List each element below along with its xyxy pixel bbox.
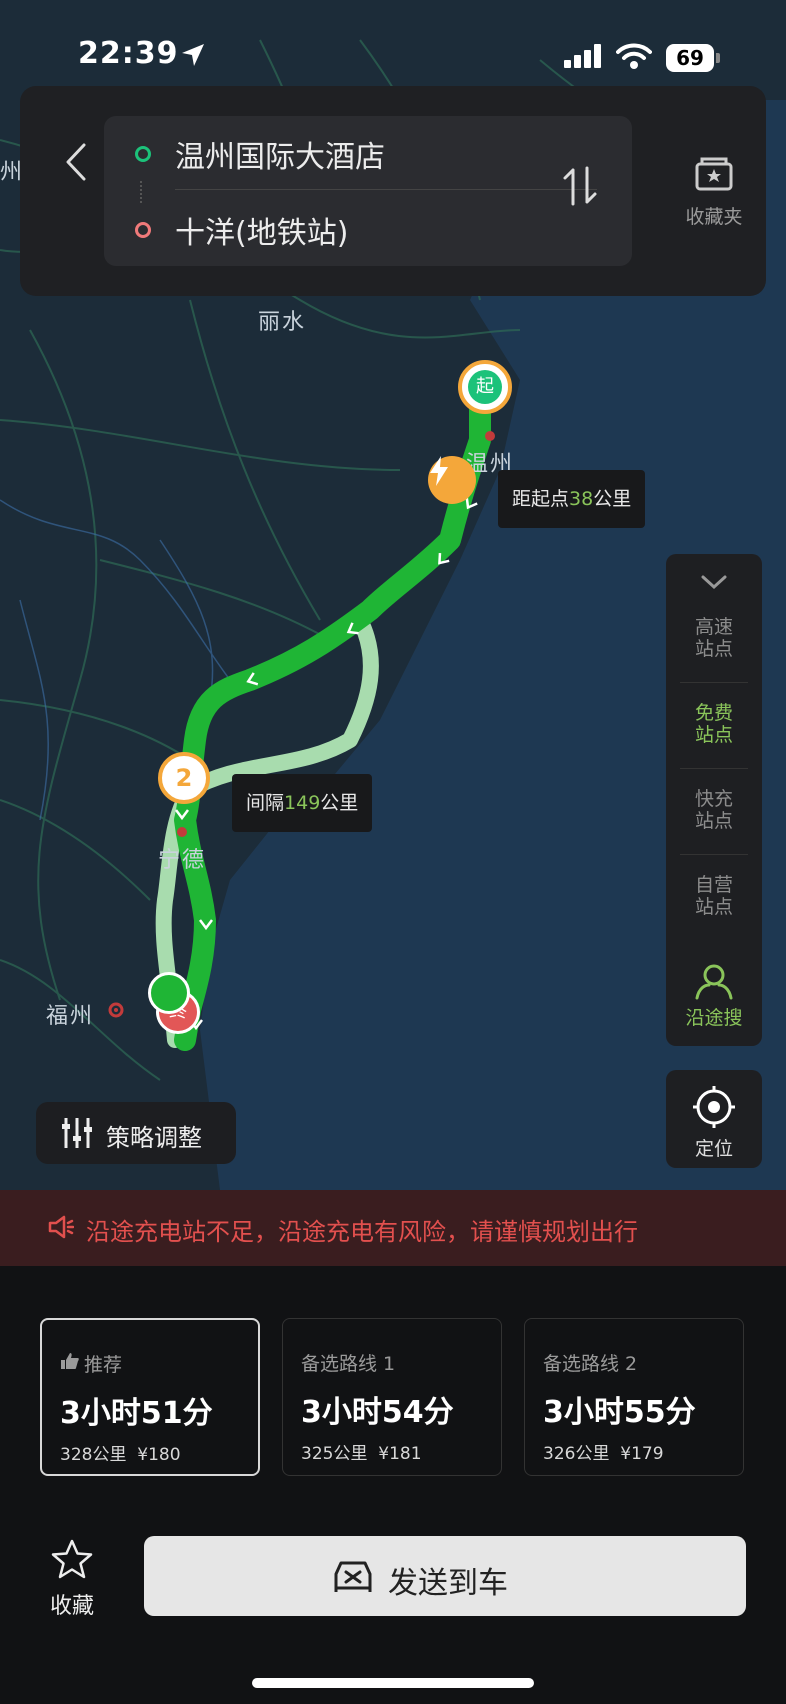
route-option-price: ¥179 [620,1444,664,1464]
start-location-field[interactable]: 温州国际大酒店 [104,118,632,188]
charging-warning-banner: 沿途充电站不足，沿途充电有风险，请谨慎规划出行 [0,1190,786,1266]
alt-start-marker [148,972,190,1014]
distance-tag-prefix: 距起点 [512,488,570,510]
route-option-meta: 325公里 ¥181 [301,1439,422,1464]
end-location-text: 十洋(地铁站) [175,216,349,251]
charging-warning-text: 沿途充电站不足，沿途充电有风险，请谨慎规划出行 [86,1218,638,1246]
search-along-label: 沿途搜 [685,1007,743,1029]
route-option-distance: 326公里 [543,1444,610,1464]
waypoint-marker[interactable]: 2 [158,752,210,804]
collect-label: 收藏 [49,1594,94,1619]
collect-button[interactable]: 收藏 [36,1538,108,1619]
locate-label: 定位 [694,1138,733,1160]
route-option-alt-2[interactable]: 备选路线 2 3小时55分 326公里 ¥179 [524,1318,744,1476]
city-label-ningde: 宁德 [158,848,207,873]
search-along-route-button[interactable]: 沿途搜 [666,962,762,1029]
filter-self-line1: 自营 [694,874,733,896]
route-option-duration: 3小时51分 [60,1396,213,1431]
folder-star-icon [695,157,733,191]
chevron-left-icon [66,143,86,181]
send-to-car-label: 发送到车 [388,1566,508,1601]
status-bar: 22:39 69 [0,0,786,80]
filter-self-operated-stations[interactable]: 自营 站点 [666,874,762,918]
city-label-fuzhou: 福州 [46,1004,95,1029]
filter-fast-line2: 站点 [694,810,733,832]
filter-separator [680,768,748,769]
sliders-icon [62,1118,92,1148]
favorites-label: 收藏夹 [685,206,743,228]
filter-self-line2: 站点 [694,896,733,918]
start-marker[interactable]: 起 [458,360,512,414]
route-header: 温州国际大酒店 十洋(地铁站) 收藏夹 [20,86,766,296]
route-option-duration: 3小时54分 [301,1395,454,1430]
route-options-sheet: 推荐 3小时51分 328公里 ¥180 备选路线 1 3小时54分 325公里… [0,1266,786,1704]
filter-fast-line1: 快充 [694,788,733,810]
end-location-field[interactable]: 十洋(地铁站) [104,194,632,264]
battery-tip [716,53,720,63]
distance-tag: 距起点38公里 [498,470,646,528]
send-to-car-button[interactable]: 发送到车 [144,1536,746,1616]
interval-tag-prefix: 间隔 [246,792,285,814]
car-icon [334,1561,372,1592]
route-divider [175,189,597,190]
route-option-alt-1[interactable]: 备选路线 1 3小时54分 325公里 ¥181 [282,1318,502,1476]
charging-station-marker[interactable] [428,456,476,504]
star-icon [51,1539,93,1579]
route-option-tag: 备选路线 1 [301,1353,396,1375]
filter-free-line2: 站点 [694,724,733,746]
lightning-icon [430,456,448,486]
cellular-signal-icon [564,44,601,68]
chevron-down-icon [701,575,727,590]
home-indicator [252,1678,534,1688]
route-option-meta: 326公里 ¥179 [543,1439,664,1464]
route-option-recommended[interactable]: 推荐 3小时51分 328公里 ¥180 [40,1318,260,1476]
filter-highway-line2: 站点 [694,638,733,660]
crosshair-icon [693,1086,735,1128]
route-option-price: ¥180 [137,1445,181,1465]
distance-tag-suffix: 公里 [593,488,632,510]
locate-button[interactable]: 定位 [666,1070,762,1168]
filter-fast-charge-stations[interactable]: 快充 站点 [666,788,762,832]
start-marker-label: 起 [468,370,502,404]
route-option-distance: 325公里 [301,1444,368,1464]
favorites-button[interactable]: 收藏夹 [666,156,762,246]
filter-free-line1: 免费 [694,702,733,724]
speaker-icon [48,1215,74,1239]
interval-tag-value: 149 [284,792,321,814]
wifi-icon [616,43,652,69]
waypoint-number: 2 [158,752,210,804]
filter-separator [680,682,748,683]
back-button[interactable] [56,132,96,192]
search-along-icon [695,964,733,1000]
status-time: 22:39 [78,36,179,71]
interval-tag: 间隔149公里 [232,774,373,832]
swap-arrows-icon [563,166,597,206]
filter-separator [680,854,748,855]
strategy-adjust-button[interactable]: 策略调整 [36,1102,236,1164]
city-label-lishui: 丽水 [258,310,307,335]
station-filter-panel: 高速 站点 免费 站点 快充 站点 自营 站点 沿途搜 [666,554,762,1046]
battery-indicator: 69 [666,44,714,72]
distance-tag-value: 38 [569,488,594,510]
route-option-tag: 备选路线 2 [543,1353,638,1375]
route-option-meta: 328公里 ¥180 [60,1440,181,1465]
route-option-tag: 推荐 [84,1354,123,1376]
interval-tag-suffix: 公里 [320,792,359,814]
location-arrow-icon [182,44,204,66]
collapse-button[interactable] [700,574,728,594]
thumbs-up-icon [61,1353,79,1369]
start-dot-icon [135,146,151,162]
filter-free-stations[interactable]: 免费 站点 [666,702,762,746]
start-location-text: 温州国际大酒店 [175,140,385,175]
end-dot-icon [135,222,151,238]
route-option-distance: 328公里 [60,1445,127,1465]
strategy-adjust-label: 策略调整 [106,1124,202,1152]
filter-highway-stations[interactable]: 高速 站点 [666,616,762,660]
route-option-price: ¥181 [378,1444,422,1464]
route-endpoints: 温州国际大酒店 十洋(地铁站) [104,116,632,266]
filter-highway-line1: 高速 [694,616,733,638]
route-option-duration: 3小时55分 [543,1395,696,1430]
swap-route-button[interactable] [560,164,604,214]
